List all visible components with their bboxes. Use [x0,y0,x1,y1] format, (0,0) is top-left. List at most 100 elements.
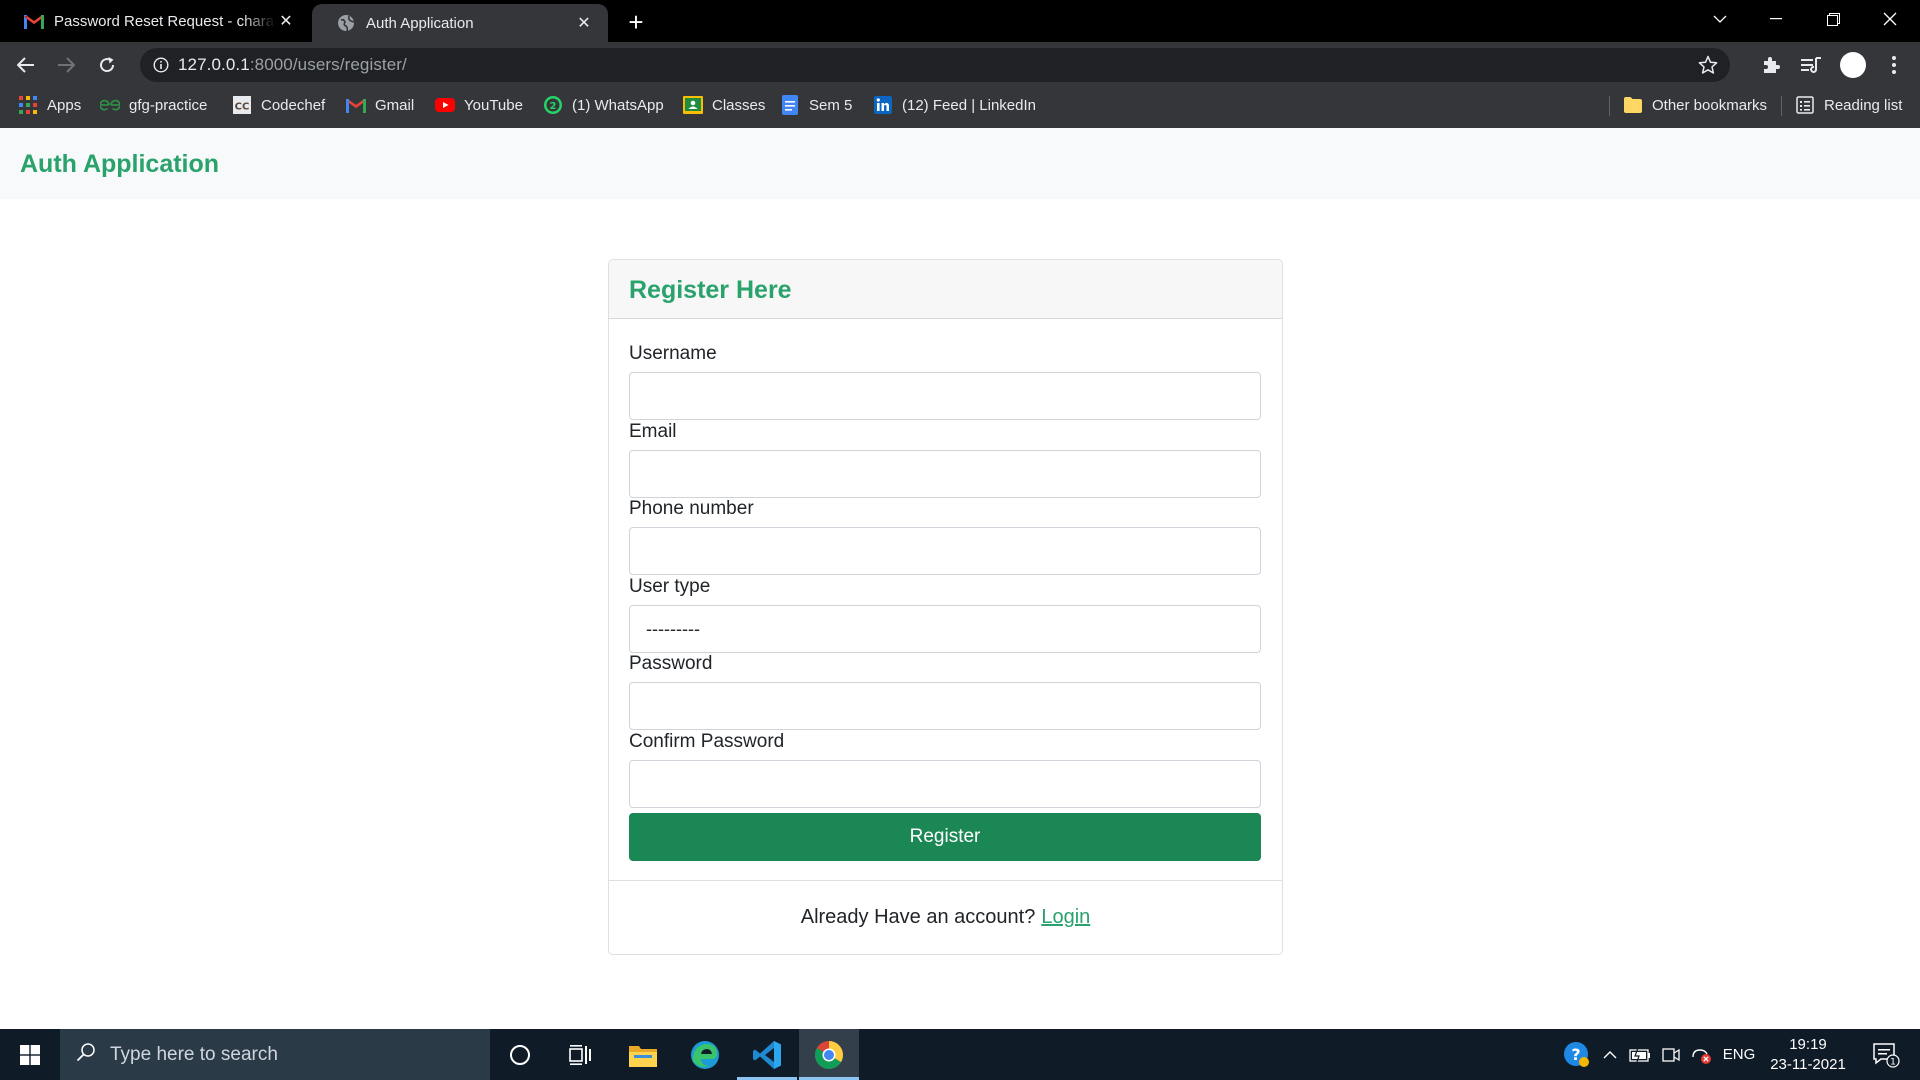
url-text: 127.0.0.1:8000/users/register/ [178,55,407,75]
search-icon [76,1042,96,1067]
action-center-icon[interactable]: 1 [1864,1029,1908,1080]
task-view-icon[interactable] [550,1029,610,1080]
bookmark-label: Sem 5 [809,96,853,114]
username-input[interactable] [629,372,1261,420]
help-icon[interactable]: ? [1560,1029,1594,1080]
url-path: :8000/users/register/ [249,55,407,74]
site-navbar: Auth Application [0,128,1920,199]
media-queue-icon[interactable] [1795,49,1827,81]
password-input[interactable] [629,682,1261,730]
svg-text:CC: CC [235,102,250,113]
bookmark-classes[interactable]: Classes [683,88,765,122]
youtube-icon [435,95,455,115]
address-bar[interactable]: 127.0.0.1:8000/users/register/ [140,48,1730,82]
show-hidden-icons-chevron-icon[interactable] [1598,1029,1622,1080]
clock-date: 23-11-2021 [1770,1056,1846,1073]
bookmark-apps[interactable]: Apps [18,88,81,122]
gfg-icon [100,95,120,115]
clock-time: 19:19 [1789,1036,1827,1053]
codechef-icon: CC [232,95,252,115]
tab-search-chevron-icon[interactable] [1692,0,1748,38]
password-label: Password [629,653,713,674]
tab-auth-application[interactable]: Auth Application ✕ [312,4,608,42]
profile-avatar[interactable] [1837,49,1869,81]
brand-link[interactable]: Auth Application [20,150,219,179]
forward-arrow-icon[interactable] [50,49,82,81]
cortana-icon[interactable] [490,1029,550,1080]
back-arrow-icon[interactable] [10,49,42,81]
minimize-icon[interactable] [1748,0,1804,38]
phone-number-input[interactable] [629,527,1261,575]
reading-list-icon [1795,95,1815,115]
windows-start-icon[interactable] [0,1029,60,1080]
confirm-password-label: Confirm Password [629,731,785,752]
bookmark-label: Classes [712,96,766,114]
footer-text: Already Have an account? [800,906,1036,928]
chrome-browser-icon[interactable] [799,1029,859,1080]
bookmark-label: (12) Feed | LinkedIn [902,96,1036,114]
other-bookmarks[interactable]: Other bookmarks [1623,88,1767,122]
vscode-icon[interactable] [737,1029,797,1080]
card-footer: Already Have an account? Login [609,880,1282,954]
battery-icon[interactable] [1626,1029,1654,1080]
extensions-puzzle-icon[interactable] [1755,49,1787,81]
search-placeholder: Type here to search [110,1043,278,1065]
bookmark-label: Gmail [375,96,415,114]
globe-icon [336,13,356,33]
close-window-icon[interactable] [1862,0,1918,38]
bookmarks-divider [1781,96,1782,116]
meet-now-icon[interactable] [1658,1029,1684,1080]
email-label: Email [629,421,677,442]
browser-toolbar: 127.0.0.1:8000/users/register/ [0,42,1920,88]
notification-count: 1 [1890,1057,1896,1067]
tab-close-icon[interactable]: ✕ [276,11,296,31]
tab-title: Password Reset Request - charan [54,12,276,30]
email-input[interactable] [629,450,1261,498]
page-viewport: Auth Application Register Here Username … [0,128,1920,1029]
bookmark-sem-5[interactable]: Sem 5 [780,88,852,122]
language-indicator[interactable]: ENG [1720,1029,1758,1080]
linkedin-icon [873,95,893,115]
confirm-password-input[interactable] [629,760,1261,808]
classroom-icon [683,95,703,115]
bookmark-codechef[interactable]: CC Codechef [232,88,325,122]
bookmark-gmail[interactable]: Gmail [346,88,414,122]
site-info-icon[interactable] [144,48,178,82]
card-header: Register Here [609,260,1282,319]
bookmark-whatsapp[interactable]: 2 (1) WhatsApp [543,88,664,122]
register-button[interactable]: Register [629,813,1261,861]
bookmark-label: YouTube [464,96,523,114]
network-disconnected-icon[interactable] [1688,1029,1716,1080]
gmail-icon [346,95,366,115]
tab-gmail[interactable]: Password Reset Request - charan ✕ [0,0,310,42]
user-type-select[interactable]: --------- [629,605,1261,653]
svg-text:2: 2 [550,101,557,112]
browser-tab-strip: Password Reset Request - charan ✕ Auth A… [0,0,1920,42]
card-title: Register Here [629,276,792,304]
restore-icon[interactable] [1805,0,1861,38]
bookmark-linkedin[interactable]: (12) Feed | LinkedIn [873,88,1036,122]
login-link[interactable]: Login [1041,906,1090,929]
tab-close-icon[interactable]: ✕ [574,13,594,33]
edge-browser-icon[interactable] [675,1029,735,1080]
tab-title: Auth Application [366,14,474,32]
new-tab-icon[interactable]: + [622,7,650,37]
reading-list[interactable]: Reading list [1795,88,1902,122]
username-label: Username [629,343,717,364]
windows-taskbar: Type here to search ? ENG 19:19 23-11-20… [0,1029,1920,1080]
reload-icon[interactable] [91,49,123,81]
system-clock[interactable]: 19:19 23-11-2021 [1762,1035,1854,1075]
bookmark-label: (1) WhatsApp [572,96,664,114]
folder-icon [1623,95,1643,115]
phone-number-label: Phone number [629,498,754,519]
whatsapp-icon: 2 [543,95,563,115]
bookmark-youtube[interactable]: YouTube [435,88,523,122]
avatar [1840,52,1866,78]
bookmark-star-icon[interactable] [1698,55,1718,80]
taskbar-search-box[interactable]: Type here to search [60,1029,490,1080]
user-type-selected-value: --------- [646,618,700,639]
file-explorer-icon[interactable] [613,1029,673,1080]
bookmark-label: Codechef [261,96,326,114]
bookmark-gfg-practice[interactable]: gfg-practice [100,88,207,122]
browser-menu-icon[interactable] [1878,49,1910,81]
